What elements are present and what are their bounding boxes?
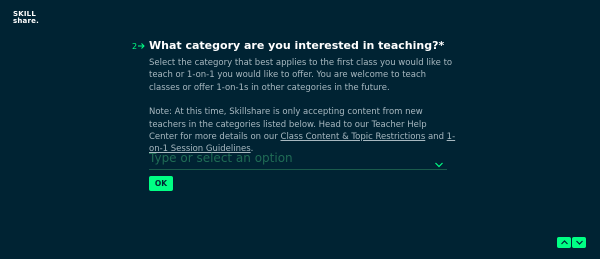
arrow-right-icon: [138, 42, 145, 52]
note-and: and: [425, 132, 447, 143]
question-navigation: [557, 237, 586, 248]
chevron-down-icon[interactable]: [435, 153, 443, 168]
chevron-down-icon: [575, 240, 583, 245]
next-question-button[interactable]: [572, 237, 586, 248]
question-header: 2 What category are you interested in te…: [132, 39, 462, 53]
question-number-text: 2: [132, 42, 138, 51]
class-content-restrictions-link[interactable]: Class Content & Topic Restrictions: [281, 132, 426, 142]
question-block: 2 What category are you interested in te…: [132, 39, 462, 156]
question-description: Select the category that best applies to…: [149, 57, 456, 156]
skillshare-logo[interactable]: SKILL share.: [13, 11, 39, 25]
description-paragraph: Select the category that best applies to…: [149, 58, 453, 93]
logo-line-2: share.: [13, 17, 39, 25]
ok-button[interactable]: OK: [149, 176, 173, 191]
question-number: 2: [132, 42, 145, 52]
question-title: What category are you interested in teac…: [149, 39, 445, 52]
category-select-input[interactable]: [149, 148, 419, 168]
previous-question-button[interactable]: [557, 237, 571, 248]
category-select[interactable]: [149, 148, 447, 170]
chevron-up-icon: [560, 240, 568, 245]
